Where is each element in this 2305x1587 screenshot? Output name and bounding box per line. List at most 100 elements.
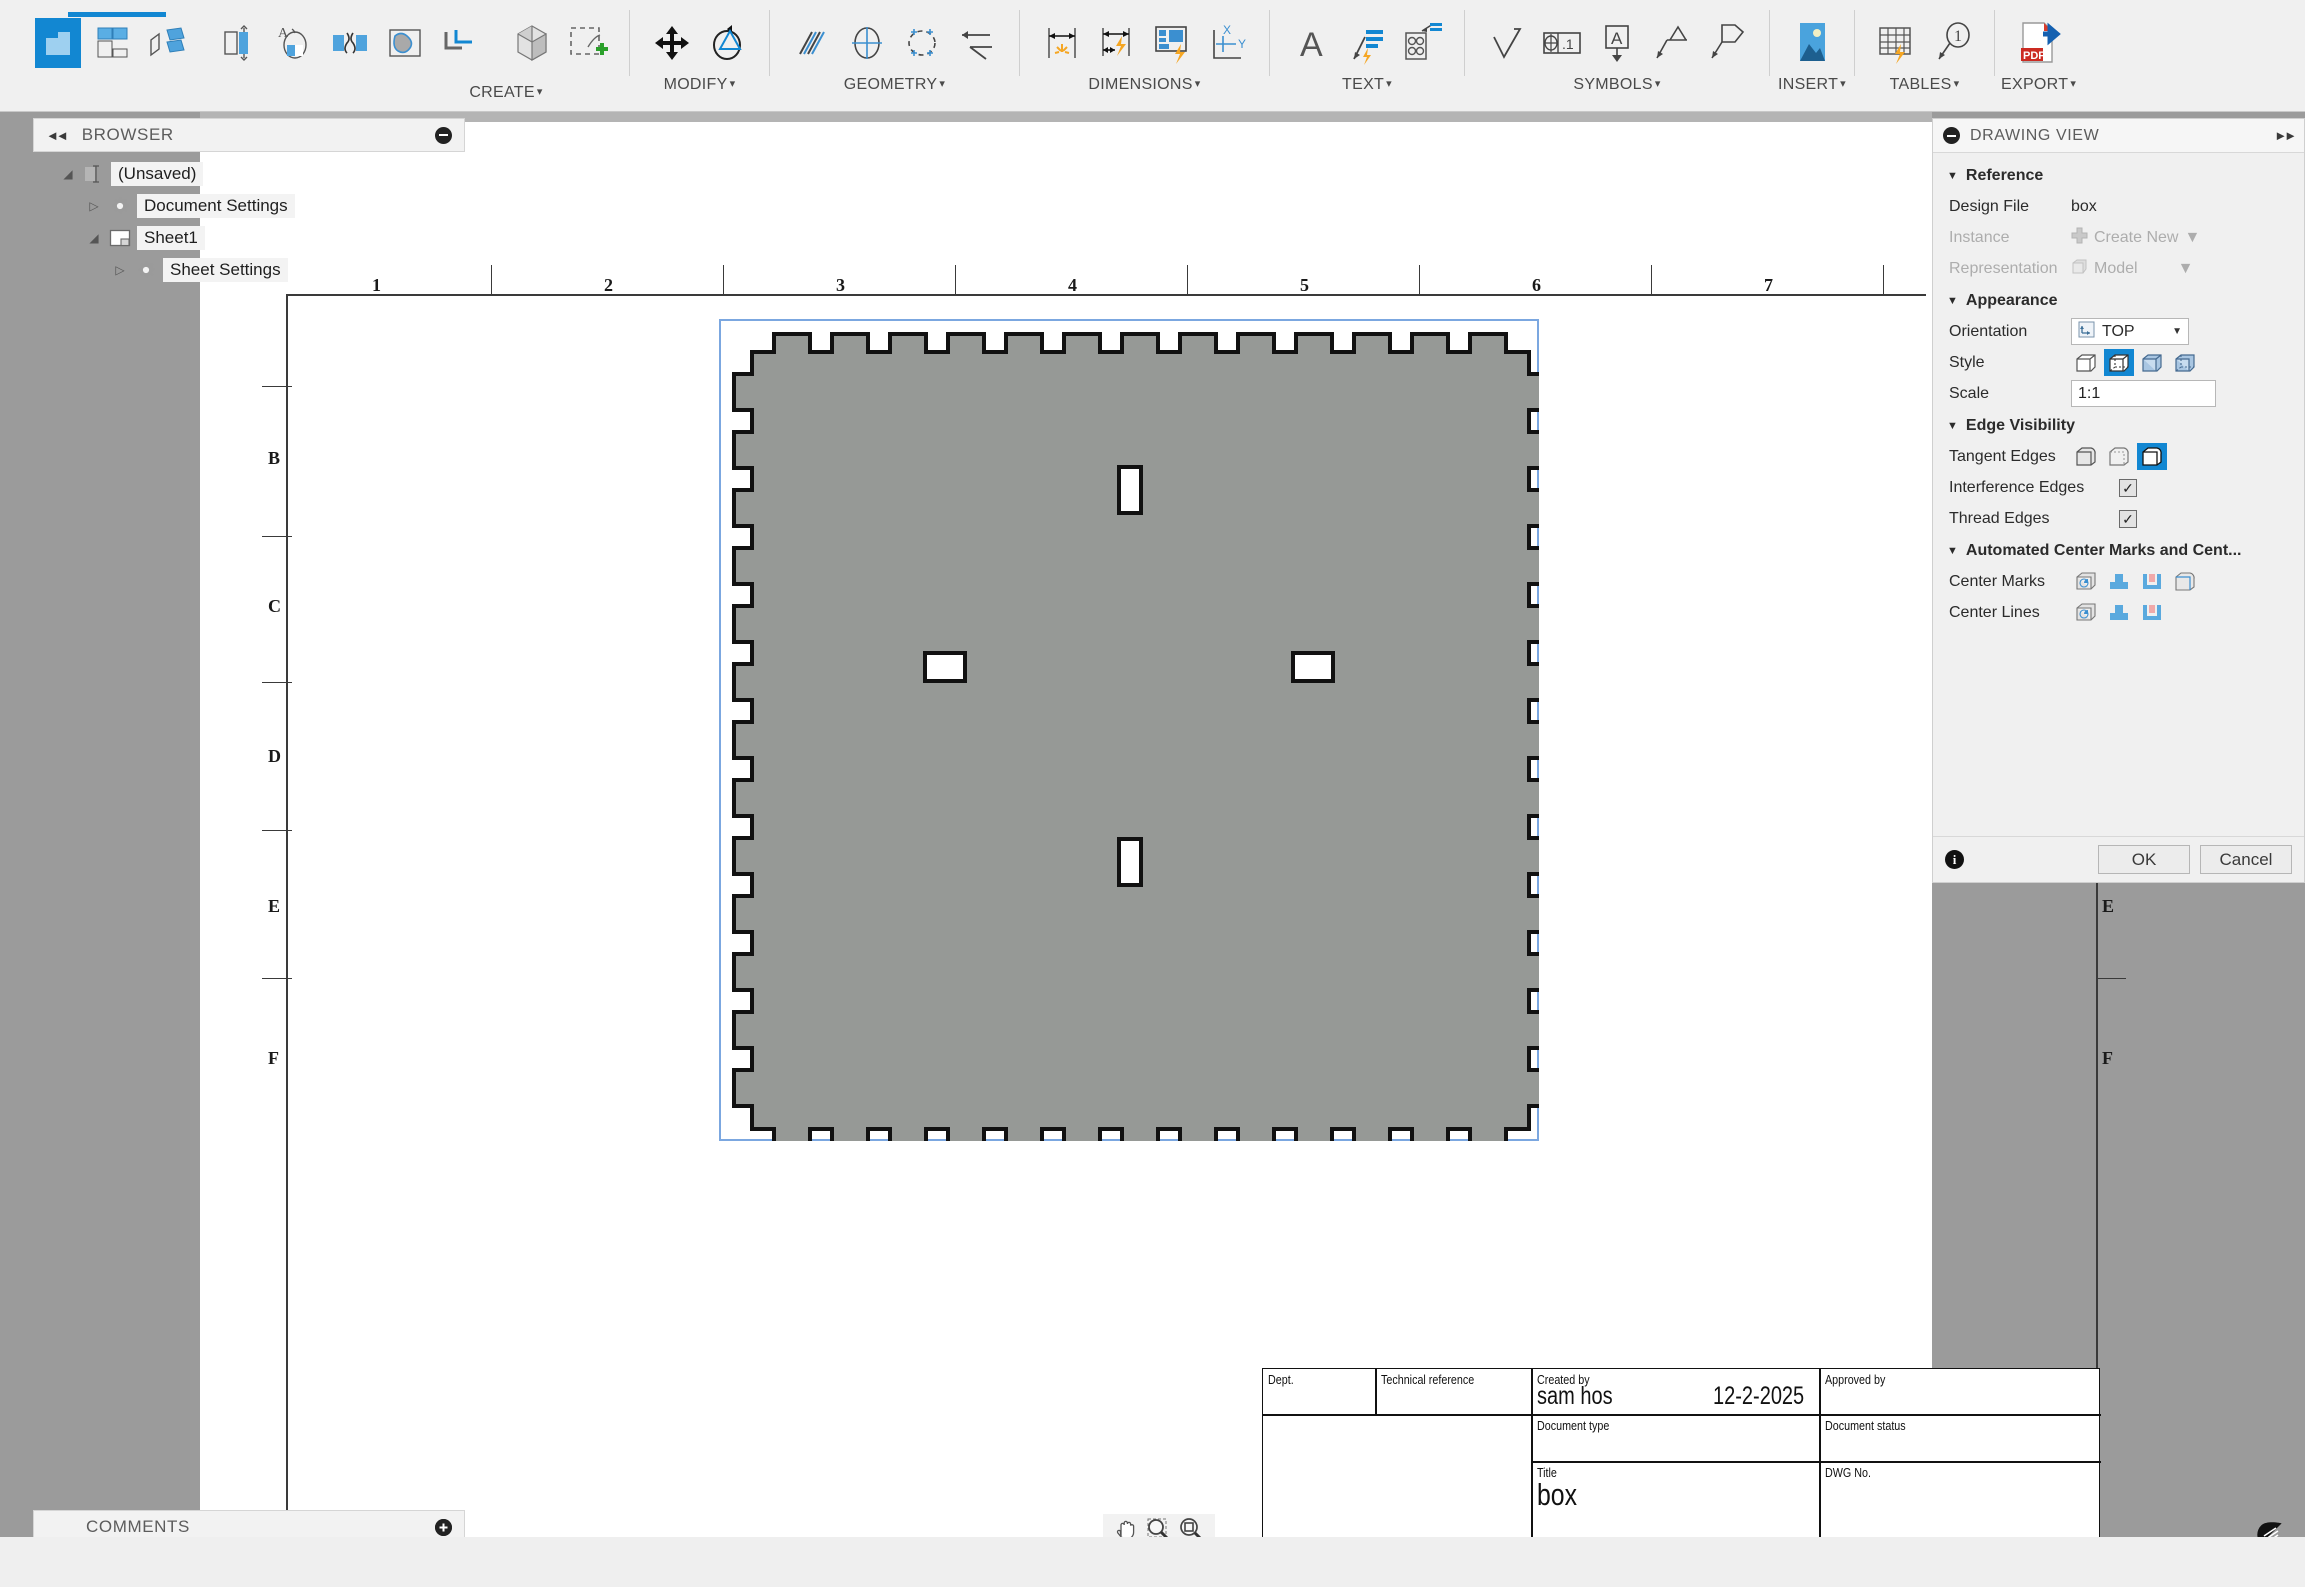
tree-item-unsaved[interactable]: ◢ (Unsaved) bbox=[55, 158, 475, 190]
break-view-icon[interactable] bbox=[327, 18, 373, 68]
holes-icon[interactable] bbox=[2071, 599, 2101, 626]
section-reference-header[interactable]: ▼ Reference bbox=[1933, 159, 2304, 191]
value-instance[interactable]: Create New bbox=[2094, 229, 2178, 247]
feature-identifier-icon[interactable] bbox=[1704, 18, 1750, 68]
detail-view-icon[interactable]: A bbox=[272, 18, 318, 68]
scale-value: 1:1 bbox=[2078, 384, 2101, 402]
export-pdf-icon[interactable]: PDF bbox=[2016, 18, 2062, 68]
table-icon[interactable] bbox=[1874, 18, 1920, 68]
rotate-icon[interactable] bbox=[704, 18, 750, 68]
zone-right-E: E bbox=[2102, 896, 2115, 916]
tangent-on-icon[interactable] bbox=[2137, 443, 2167, 470]
centerline-icon[interactable] bbox=[789, 18, 835, 68]
edge-extension-icon[interactable] bbox=[954, 18, 1000, 68]
minus-circle-icon[interactable] bbox=[435, 126, 452, 144]
svg-text:.1: .1 bbox=[1562, 36, 1574, 52]
slots-icon[interactable] bbox=[2137, 568, 2167, 595]
visible-edges-icon[interactable] bbox=[2071, 349, 2101, 376]
drawing-view-panel-header[interactable]: DRAWING VIEW ►► bbox=[1933, 119, 2304, 153]
shaded-with-hidden-edges-icon[interactable] bbox=[2170, 349, 2200, 376]
dimension-icon[interactable] bbox=[1039, 18, 1085, 68]
chevron-down-icon[interactable]: ▼ bbox=[2172, 326, 2182, 337]
auto-dimension-icon[interactable] bbox=[1094, 18, 1140, 68]
row-tangent-edges: Tangent Edges bbox=[1933, 441, 2304, 472]
value-representation[interactable]: Model bbox=[2094, 260, 2138, 278]
chevron-down-icon: ▼ bbox=[1947, 295, 1958, 307]
insert-image-icon[interactable] bbox=[1789, 18, 1835, 68]
base-view-icon[interactable] bbox=[35, 18, 81, 68]
tree-item-sheet-settings[interactable]: ▷ Sheet Settings bbox=[55, 254, 475, 286]
svg-text:Y: Y bbox=[1238, 37, 1246, 51]
section-center-marks-header[interactable]: ▼ Automated Center Marks and Cent... bbox=[1933, 534, 2304, 566]
orientation-dropdown[interactable]: TOP ▼ bbox=[2071, 318, 2189, 345]
interference-edges-checkbox[interactable]: ✓ bbox=[2119, 478, 2137, 497]
cancel-button[interactable]: Cancel bbox=[2200, 845, 2292, 874]
section-edge-visibility-header[interactable]: ▼ Edge Visibility bbox=[1933, 409, 2304, 441]
fillets-icon[interactable] bbox=[2104, 568, 2134, 595]
chevron-down-icon[interactable]: ▼ bbox=[2184, 229, 2200, 247]
move-icon[interactable] bbox=[649, 18, 695, 68]
ribbon-group-dimensions: XY DIMENSIONS ▾ bbox=[1026, 6, 1263, 106]
section-appearance-header[interactable]: ▼ Appearance bbox=[1933, 284, 2304, 316]
shaded-icon[interactable] bbox=[2137, 349, 2167, 376]
twisty-collapsed-icon[interactable]: ▷ bbox=[107, 263, 133, 277]
isometric-view-icon[interactable] bbox=[509, 18, 555, 68]
twisty-collapsed-icon[interactable]: ▷ bbox=[81, 199, 107, 213]
row-center-marks: Center Marks bbox=[1933, 566, 2304, 597]
origin-icon[interactable]: XY bbox=[1204, 18, 1250, 68]
gear-icon bbox=[133, 259, 159, 281]
twisty-expanded-icon[interactable]: ◢ bbox=[81, 231, 107, 245]
double-left-arrow-icon[interactable]: ◄◄ bbox=[46, 128, 69, 143]
datum-identifier-icon[interactable]: A bbox=[1594, 18, 1640, 68]
ribbon-group-text: A TEXT ▾ bbox=[1276, 6, 1458, 106]
row-scale: Scale 1:1 bbox=[1933, 378, 2304, 409]
holes-icon[interactable] bbox=[2071, 568, 2101, 595]
drawing-view-panel[interactable]: DRAWING VIEW ►► ▼ Reference Design File … bbox=[1932, 118, 2305, 883]
auxiliary-view-icon[interactable] bbox=[145, 18, 191, 68]
revolved-icon[interactable] bbox=[2170, 568, 2200, 595]
tangent-off-icon[interactable] bbox=[2071, 443, 2101, 470]
section-view-icon[interactable] bbox=[217, 18, 263, 68]
ribbon-group-modify: MODIFY ▾ bbox=[636, 6, 763, 106]
group-label-geometry: GEOMETRY ▾ bbox=[843, 76, 946, 93]
fillets-icon[interactable] bbox=[2104, 599, 2134, 626]
label-center-marks: Center Marks bbox=[1949, 572, 2046, 590]
leader-table-icon[interactable] bbox=[1399, 18, 1445, 68]
crop-view-icon[interactable] bbox=[437, 18, 483, 68]
tree-item-sheet1[interactable]: ◢ Sheet1 bbox=[55, 222, 475, 254]
surface-texture-icon[interactable] bbox=[1484, 18, 1530, 68]
center-mark-pattern-icon[interactable] bbox=[899, 18, 945, 68]
visible-and-hidden-edges-icon[interactable] bbox=[2104, 349, 2134, 376]
slots-icon[interactable] bbox=[2137, 599, 2167, 626]
plus-circle-icon[interactable] bbox=[435, 1518, 452, 1536]
drawing-view-box[interactable] bbox=[719, 319, 1549, 1149]
projected-view-icon[interactable] bbox=[90, 18, 136, 68]
group-label-create: CREATE ▾ bbox=[469, 84, 543, 101]
drawing-doc-icon bbox=[81, 163, 107, 185]
browser-panel-header[interactable]: ◄◄ BROWSER bbox=[33, 118, 465, 152]
leader-note-icon[interactable] bbox=[1344, 18, 1390, 68]
row-interference-edges: Interference Edges ✓ bbox=[1933, 472, 2304, 503]
tree-item-document-settings[interactable]: ▷ Document Settings bbox=[55, 190, 475, 222]
break-out-view-icon[interactable] bbox=[382, 18, 428, 68]
text-icon[interactable]: A bbox=[1289, 18, 1335, 68]
ok-button[interactable]: OK bbox=[2098, 845, 2190, 874]
row-thread-edges: Thread Edges ✓ bbox=[1933, 503, 2304, 534]
balloon-icon[interactable]: 1 bbox=[1929, 18, 1975, 68]
tangent-dimmed-icon[interactable] bbox=[2104, 443, 2134, 470]
chevron-down-icon[interactable]: ▼ bbox=[2178, 260, 2194, 278]
new-sheet-icon[interactable] bbox=[564, 18, 610, 68]
feature-control-frame-icon[interactable]: .1 bbox=[1539, 18, 1585, 68]
scale-input[interactable]: 1:1 bbox=[2071, 380, 2216, 407]
info-icon[interactable]: i bbox=[1945, 850, 1964, 869]
tb-label-dwg-no: DWG No. bbox=[1825, 1466, 1871, 1480]
tb-label-dept: Dept. bbox=[1268, 1373, 1294, 1387]
center-mark-icon[interactable] bbox=[844, 18, 890, 68]
double-right-arrow-icon[interactable]: ►► bbox=[2274, 128, 2297, 143]
twisty-expanded-icon[interactable]: ◢ bbox=[55, 167, 81, 181]
ordinate-dimension-icon[interactable] bbox=[1149, 18, 1195, 68]
row-orientation: Orientation TOP ▼ bbox=[1933, 316, 2304, 347]
thread-edges-checkbox[interactable]: ✓ bbox=[2119, 509, 2137, 528]
minus-circle-icon[interactable] bbox=[1943, 127, 1960, 144]
weld-symbol-icon[interactable] bbox=[1649, 18, 1695, 68]
